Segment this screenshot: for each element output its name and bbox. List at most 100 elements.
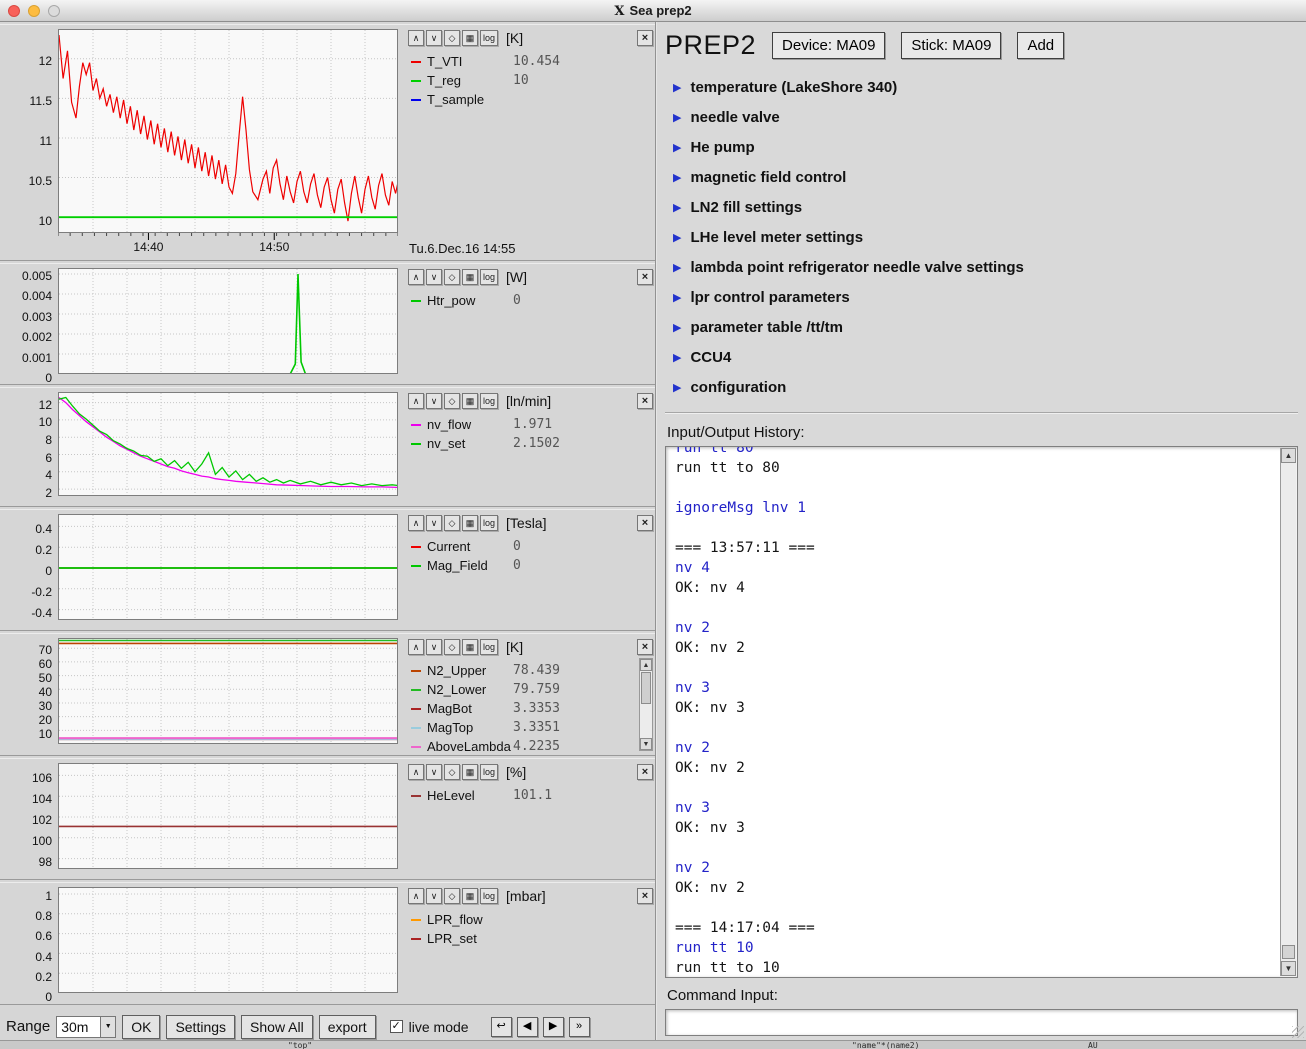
log-scale-button[interactable]: log xyxy=(480,393,498,409)
grid-button[interactable]: ▦ xyxy=(462,639,478,655)
scroll-up-button[interactable]: ∧ xyxy=(408,30,424,46)
expand-triangle-icon[interactable]: ▶ xyxy=(673,351,681,364)
grid-button[interactable]: ▦ xyxy=(462,393,478,409)
autoscale-button[interactable]: ◇ xyxy=(444,888,460,904)
legend-item[interactable]: Current0 xyxy=(408,537,653,556)
add-button[interactable]: Add xyxy=(1017,32,1064,59)
log-scale-button[interactable]: log xyxy=(480,30,498,46)
legend-item[interactable]: LPR_set xyxy=(408,929,653,948)
autoscale-button[interactable]: ◇ xyxy=(444,30,460,46)
console-scrollbar[interactable]: ▲ ▼ xyxy=(1280,448,1296,976)
scroll-up-button[interactable]: ∧ xyxy=(408,515,424,531)
close-chart-button[interactable]: × xyxy=(637,393,653,409)
grid-button[interactable]: ▦ xyxy=(462,30,478,46)
expand-triangle-icon[interactable]: ▶ xyxy=(673,171,681,184)
expand-triangle-icon[interactable]: ▶ xyxy=(673,141,681,154)
grid-button[interactable]: ▦ xyxy=(462,515,478,531)
close-window-button[interactable] xyxy=(8,5,20,17)
scroll-up-button[interactable]: ∧ xyxy=(408,888,424,904)
tree-item[interactable]: ▶lpr control parameters xyxy=(665,282,1298,312)
legend-item[interactable]: N2_Upper78.439 xyxy=(408,661,637,680)
temperature-chart[interactable] xyxy=(58,29,398,233)
expand-triangle-icon[interactable]: ▶ xyxy=(673,231,681,244)
autoscale-button[interactable]: ◇ xyxy=(444,639,460,655)
page-forward-button[interactable]: ▶ xyxy=(543,1017,564,1037)
expand-triangle-icon[interactable]: ▶ xyxy=(673,321,681,334)
settings-button[interactable]: Settings xyxy=(166,1015,235,1039)
autoscale-button[interactable]: ◇ xyxy=(444,515,460,531)
cryostat-temperatures-chart[interactable] xyxy=(58,638,398,744)
close-chart-button[interactable]: × xyxy=(637,515,653,531)
ok-button[interactable]: OK xyxy=(122,1015,160,1039)
autoscale-button[interactable]: ◇ xyxy=(444,269,460,285)
command-input[interactable] xyxy=(665,1009,1298,1036)
zoom-window-button[interactable] xyxy=(48,5,60,17)
legend-item[interactable]: HeLevel101.1 xyxy=(408,786,653,805)
legend-scrollbar[interactable]: ▲ ▼ xyxy=(639,658,653,751)
legend-item[interactable]: MagTop3.3351 xyxy=(408,718,637,737)
tree-item[interactable]: ▶configuration xyxy=(665,372,1298,402)
scroll-up-button[interactable]: ∧ xyxy=(408,764,424,780)
scroll-up-arrow-icon[interactable]: ▲ xyxy=(640,659,652,671)
expand-triangle-icon[interactable]: ▶ xyxy=(673,111,681,124)
grid-button[interactable]: ▦ xyxy=(462,269,478,285)
scrollbar-trough[interactable] xyxy=(1281,463,1296,961)
magnetic-field-chart[interactable] xyxy=(58,514,398,620)
scrollbar-thumb[interactable] xyxy=(641,672,651,704)
log-scale-button[interactable]: log xyxy=(480,515,498,531)
log-scale-button[interactable]: log xyxy=(480,888,498,904)
export-button[interactable]: export xyxy=(319,1015,376,1039)
scroll-down-arrow-icon[interactable]: ▼ xyxy=(1281,961,1296,976)
window-titlebar[interactable]: XSea prep2 xyxy=(0,0,1306,22)
scroll-down-button[interactable]: ∨ xyxy=(426,639,442,655)
live-mode-checkbox[interactable]: ✓ xyxy=(390,1020,403,1033)
legend-item[interactable]: Mag_Field0 xyxy=(408,556,653,575)
stick-button[interactable]: Stick: MA09 xyxy=(901,32,1001,59)
close-chart-button[interactable]: × xyxy=(637,639,653,655)
expand-triangle-icon[interactable]: ▶ xyxy=(673,201,681,214)
tree-item[interactable]: ▶He pump xyxy=(665,132,1298,162)
close-chart-button[interactable]: × xyxy=(637,269,653,285)
close-chart-button[interactable]: × xyxy=(637,30,653,46)
scroll-down-button[interactable]: ∨ xyxy=(426,30,442,46)
grid-button[interactable]: ▦ xyxy=(462,764,478,780)
scroll-down-button[interactable]: ∨ xyxy=(426,764,442,780)
tree-item[interactable]: ▶LN2 fill settings xyxy=(665,192,1298,222)
legend-item[interactable]: nv_flow1.971 xyxy=(408,415,653,434)
io-history-console[interactable]: run tt 80run tt to 80 ignoreMsg lnv 1 ==… xyxy=(665,446,1298,978)
tree-item[interactable]: ▶CCU4 xyxy=(665,342,1298,372)
scroll-up-button[interactable]: ∧ xyxy=(408,639,424,655)
resize-grip[interactable] xyxy=(1292,1026,1304,1038)
tree-item[interactable]: ▶parameter table /tt/tm xyxy=(665,312,1298,342)
scroll-down-button[interactable]: ∨ xyxy=(426,393,442,409)
close-chart-button[interactable]: × xyxy=(637,764,653,780)
scrollbar-thumb[interactable] xyxy=(1282,945,1295,959)
legend-item[interactable]: T_reg10 xyxy=(408,71,653,90)
device-button[interactable]: Device: MA09 xyxy=(772,32,885,59)
expand-triangle-icon[interactable]: ▶ xyxy=(673,381,681,394)
tree-item[interactable]: ▶LHe level meter settings xyxy=(665,222,1298,252)
log-scale-button[interactable]: log xyxy=(480,269,498,285)
autoscale-button[interactable]: ◇ xyxy=(444,764,460,780)
tree-item[interactable]: ▶needle valve xyxy=(665,102,1298,132)
expand-triangle-icon[interactable]: ▶ xyxy=(673,81,681,94)
legend-item[interactable]: N2_Lower79.759 xyxy=(408,680,637,699)
needle-valve-flow-chart[interactable] xyxy=(58,392,398,496)
legend-item[interactable]: T_VTI10.454 xyxy=(408,52,653,71)
close-chart-button[interactable]: × xyxy=(637,888,653,904)
legend-item[interactable]: T_sample xyxy=(408,90,653,109)
legend-item[interactable]: MagBot3.3353 xyxy=(408,699,637,718)
heater-power-chart[interactable] xyxy=(58,268,398,374)
redraw-button[interactable]: ↩ xyxy=(491,1017,512,1037)
minimize-window-button[interactable] xyxy=(28,5,40,17)
scroll-down-button[interactable]: ∨ xyxy=(426,269,442,285)
log-scale-button[interactable]: log xyxy=(480,639,498,655)
scroll-up-button[interactable]: ∧ xyxy=(408,393,424,409)
scroll-up-arrow-icon[interactable]: ▲ xyxy=(1281,448,1296,463)
helium-level-chart[interactable] xyxy=(58,763,398,869)
legend-item[interactable]: nv_set2.1502 xyxy=(408,434,653,453)
page-back-button[interactable]: ◀ xyxy=(517,1017,538,1037)
lpr-pressure-chart[interactable] xyxy=(58,887,398,993)
jump-latest-button[interactable]: » xyxy=(569,1017,590,1037)
log-scale-button[interactable]: log xyxy=(480,764,498,780)
